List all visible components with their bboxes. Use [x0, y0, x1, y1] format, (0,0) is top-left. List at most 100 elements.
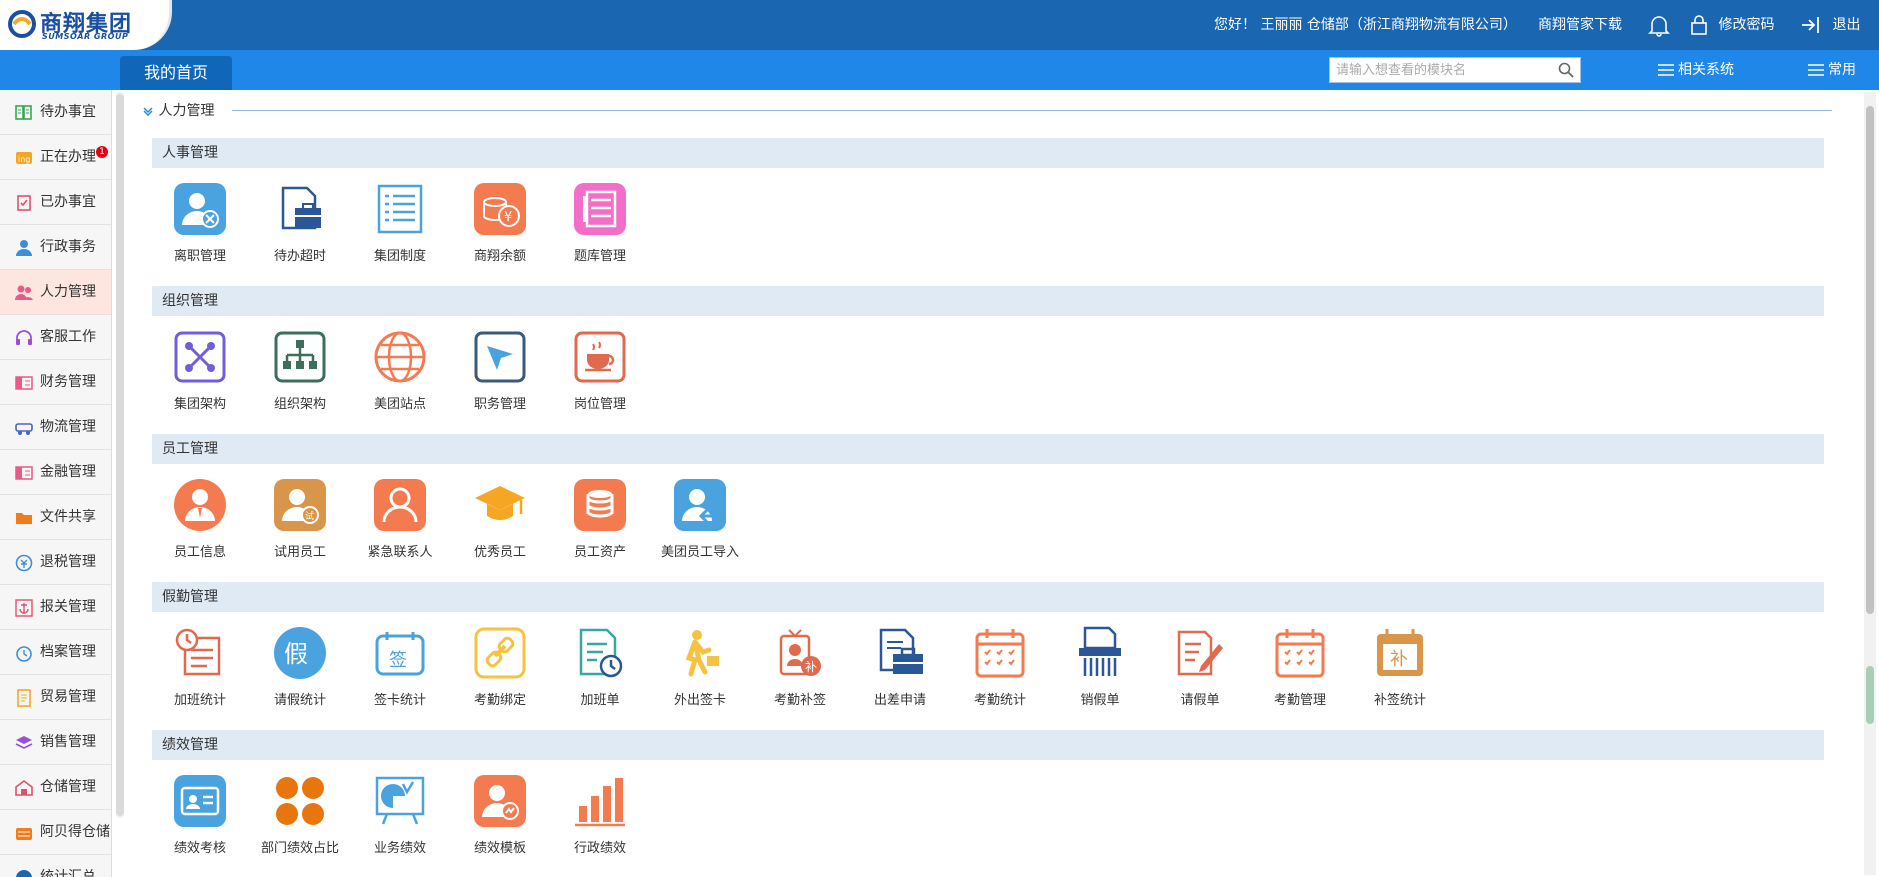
- module-tile[interactable]: 优秀员工: [450, 478, 550, 566]
- section-title-label: 人力管理: [158, 103, 215, 119]
- sidebar-item[interactable]: 物流管理: [0, 405, 111, 450]
- module-tile[interactable]: 美团站点: [350, 330, 450, 418]
- sidebar-item-label: 贸易管理: [40, 689, 96, 705]
- module-tile[interactable]: 紧急联系人: [350, 478, 450, 566]
- sidebar-item[interactable]: 待办事宜: [0, 90, 111, 135]
- module-tile[interactable]: 集团制度: [350, 182, 450, 270]
- nav-bar: 我的首页 相关系统 常用: [0, 50, 1879, 90]
- module-tile[interactable]: 试试用员工: [250, 478, 350, 566]
- module-tile[interactable]: 请假单: [1150, 626, 1250, 714]
- module-tile[interactable]: 补考勤补签: [750, 626, 850, 714]
- brand-logo[interactable]: 商翔集团 SUMSOAR GROUP: [0, 0, 172, 50]
- module-tile[interactable]: 补补签统计: [1350, 626, 1450, 714]
- sidebar-item[interactable]: 销售管理: [0, 720, 111, 765]
- sidebar-item[interactable]: 统计汇总: [0, 855, 111, 877]
- download-link[interactable]: 商翔管家下载: [1538, 0, 1622, 50]
- sidebar-item-label: 正在办理: [40, 149, 96, 165]
- module-tile[interactable]: 假请假统计: [250, 626, 350, 714]
- sidebar-scrollbar[interactable]: [116, 92, 124, 818]
- module-tile[interactable]: ¥ 商翔余额: [450, 182, 550, 270]
- module-tile[interactable]: 加班单: [550, 626, 650, 714]
- sidebar-item[interactable]: 文件共享: [0, 495, 111, 540]
- list-doc-icon: [377, 184, 423, 234]
- section-title[interactable]: 人力管理: [142, 100, 214, 120]
- module-tile[interactable]: 岗位管理: [550, 330, 650, 418]
- module-tile[interactable]: 签签卡统计: [350, 626, 450, 714]
- chevron-down-icon: [143, 107, 153, 116]
- module-tile[interactable]: 考勤管理: [1250, 626, 1350, 714]
- logout-link[interactable]: 退出: [1800, 0, 1860, 50]
- sign-card-icon: 签: [375, 632, 425, 676]
- sidebar-item-label: 人力管理: [40, 284, 96, 300]
- module-tile[interactable]: 美团员工导入: [650, 478, 750, 566]
- module-tile[interactable]: 组织架构: [250, 330, 350, 418]
- org-chart-icon: [274, 331, 326, 383]
- sidebar-item[interactable]: 财务管理: [0, 360, 111, 405]
- module-search: [1329, 57, 1581, 83]
- module-tile[interactable]: 待办超时: [250, 182, 350, 270]
- notification-bell[interactable]: [1648, 0, 1670, 50]
- sidebar-item[interactable]: 退税管理: [0, 540, 111, 585]
- pie-icon: [16, 870, 32, 877]
- globe-icon: [374, 331, 426, 383]
- pie-board-icon: [375, 776, 425, 825]
- headset-icon: [16, 330, 32, 345]
- ing-icon: ing: [16, 152, 32, 164]
- module-tile[interactable]: 部门绩效占比: [250, 774, 350, 862]
- brand-logo-icon: [8, 10, 36, 38]
- module-tile[interactable]: 题库管理: [550, 182, 650, 270]
- search-input[interactable]: [1330, 58, 1550, 82]
- module-tile[interactable]: 业务绩效: [350, 774, 450, 862]
- id-card-icon: [174, 775, 226, 827]
- module-tile-label: 题库管理: [573, 249, 626, 264]
- calendar-icon: [1275, 629, 1325, 678]
- overtime-icon: [175, 628, 221, 676]
- sidebar-item[interactable]: 人力管理: [0, 270, 111, 315]
- sidebar-badge: 1: [96, 146, 108, 158]
- section-divider: [232, 110, 1832, 111]
- sidebar-item[interactable]: 客服工作: [0, 315, 111, 360]
- sidebar-item[interactable]: 报关管理: [0, 585, 111, 630]
- module-tile[interactable]: 员工信息: [150, 478, 250, 566]
- sidebar-item[interactable]: 已办事宜: [0, 180, 111, 225]
- svg-text:签: 签: [389, 650, 407, 671]
- coins-yen-icon: ¥: [474, 183, 526, 235]
- module-tile[interactable]: 员工资产: [550, 478, 650, 566]
- module-tile[interactable]: 集团架构: [150, 330, 250, 418]
- svg-text:试: 试: [305, 510, 314, 522]
- main-scrollbar[interactable]: [1864, 92, 1876, 875]
- module-tile[interactable]: 考勤统计: [950, 626, 1050, 714]
- related-systems-menu[interactable]: 相关系统: [1658, 50, 1734, 90]
- module-tile[interactable]: 出差申请: [850, 626, 950, 714]
- sidebar-item-label: 退税管理: [40, 554, 96, 570]
- walking-icon: [685, 630, 719, 677]
- module-tile[interactable]: 行政绩效: [550, 774, 650, 862]
- module-tile[interactable]: 绩效考核: [150, 774, 250, 862]
- sidebar-item[interactable]: 仓储管理: [0, 765, 111, 810]
- overtime-form-icon: [579, 628, 623, 678]
- main-content: 人力管理 人事管理 离职管理 待办超时 集团制度 ¥ 商翔余额 题库管理 组织管理 集团架构 组织…: [128, 90, 1863, 877]
- change-password-link[interactable]: 修改密码: [1690, 0, 1774, 50]
- sidebar-item[interactable]: ing 正在办理 1: [0, 135, 111, 180]
- module-tile[interactable]: 离职管理: [150, 182, 250, 270]
- module-tile[interactable]: 外出签卡: [650, 626, 750, 714]
- sidebar-item[interactable]: 阿贝得仓储: [0, 810, 111, 855]
- module-tile[interactable]: 职务管理: [450, 330, 550, 418]
- group-header: 假勤管理: [152, 582, 1824, 612]
- question-bank-icon: [574, 183, 626, 235]
- sidebar-item[interactable]: 金融管理: [0, 450, 111, 495]
- sidebar-item-label: 统计汇总: [40, 869, 96, 877]
- sidebar-item-label: 文件共享: [40, 509, 96, 525]
- common-menu[interactable]: 常用: [1808, 50, 1856, 90]
- sidebar-item[interactable]: 行政事务: [0, 225, 111, 270]
- module-tile[interactable]: 绩效模板: [450, 774, 550, 862]
- sidebar-item[interactable]: 档案管理: [0, 630, 111, 675]
- tab-home[interactable]: 我的首页: [120, 56, 232, 90]
- leave-icon: 假: [274, 627, 326, 679]
- module-tile[interactable]: 销假单: [1050, 626, 1150, 714]
- search-icon[interactable]: [1558, 62, 1574, 78]
- module-tile[interactable]: 加班统计: [150, 626, 250, 714]
- sidebar-item-label: 物流管理: [40, 419, 96, 435]
- module-tile[interactable]: 考勤绑定: [450, 626, 550, 714]
- sidebar-item[interactable]: 贸易管理: [0, 675, 111, 720]
